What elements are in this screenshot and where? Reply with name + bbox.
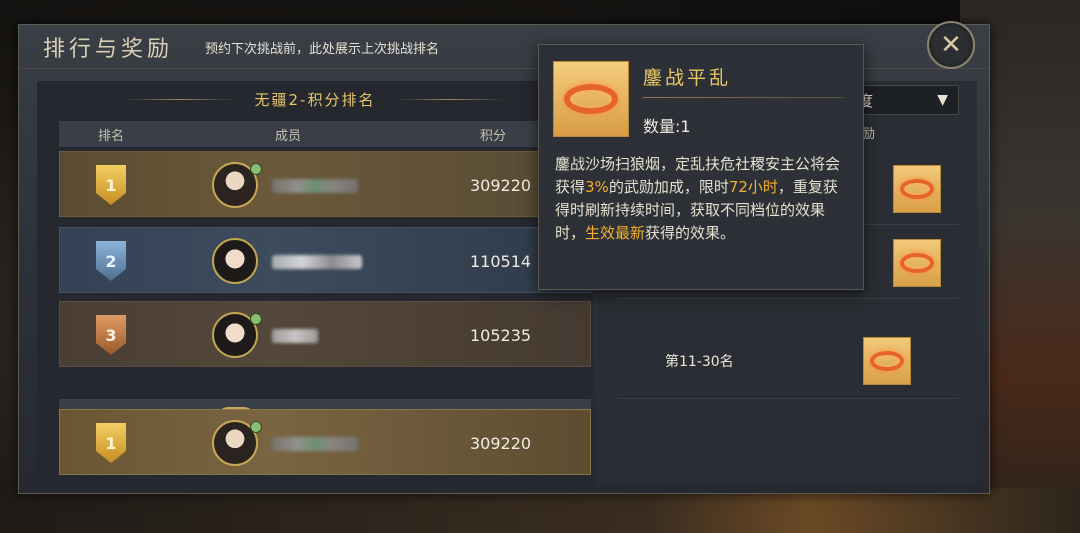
rank-badge-silver: 2 (96, 241, 126, 281)
item-name: 鏖战平乱 (643, 67, 732, 89)
item-description: 鏖战沙场扫狼烟，定乱扶危社稷安主公将会获得3%的武勋加成，限时72小时，重复获得… (555, 155, 841, 242)
ring-icon[interactable] (893, 239, 941, 287)
background-bottom (0, 488, 1080, 533)
row-score: 105235 (470, 326, 532, 345)
title-decoration-right (395, 98, 506, 100)
online-indicator-icon (250, 421, 262, 433)
highlight-text: 72小时 (728, 178, 778, 196)
item-quantity: 数量:1 (643, 117, 691, 136)
highlight-text: 生效最新 (585, 224, 646, 242)
reward-tier-label: 第11-30名 (665, 354, 734, 370)
row-score: 309220 (470, 434, 532, 453)
leaderboard-row-1[interactable]: 1 309220 (59, 151, 591, 217)
leaderboard-title: 无疆2-积分排名 (254, 90, 376, 109)
item-tooltip: 鏖战平乱 数量:1 鏖战沙场扫狼烟，定乱扶危社稷安主公将会获得3%的武勋加成，限… (538, 44, 864, 290)
close-crossed-swords-icon: ✕ (940, 30, 962, 60)
panel-title: 排行与奖励 (43, 37, 174, 62)
leaderboard-row-3[interactable]: 3 105235 (59, 301, 591, 367)
ring-icon[interactable] (863, 337, 911, 385)
title-underline (643, 97, 843, 98)
blurred-player-name (272, 255, 362, 269)
blurred-player-name (272, 437, 358, 451)
leaderboard-row-2[interactable]: 2 110514 (59, 227, 591, 293)
column-member: 成员 (274, 128, 301, 144)
column-rank: 排名 (97, 128, 124, 144)
title-decoration-left (124, 98, 235, 100)
blurred-player-name (272, 329, 318, 343)
rank-badge-bronze: 3 (96, 315, 126, 355)
blurred-player-name (272, 179, 358, 193)
panel-subtitle: 预约下次挑战前，此处展示上次挑战排名 (205, 42, 440, 57)
chevron-down-icon: ▼ (937, 92, 948, 108)
leaderboard-column-header: 排名 成员 积分 (59, 121, 581, 147)
highlight-text: 3% (585, 178, 609, 196)
online-indicator-icon (250, 163, 262, 175)
ring-icon[interactable] (893, 165, 941, 213)
rank-badge-gold: 1 (96, 423, 126, 463)
my-rank-row[interactable]: 1 309220 (59, 409, 591, 475)
rank-badge-gold: 1 (96, 165, 126, 205)
ring-icon (553, 61, 629, 137)
leaderboard-title-row: 无疆2-积分排名 (37, 81, 593, 117)
reward-row: 第11-30名 (617, 325, 959, 399)
leaderboard: 无疆2-积分排名 排名 成员 积分 1 309220 2 110514 3 10 (37, 81, 593, 485)
close-button[interactable]: ✕ (927, 21, 975, 69)
avatar (212, 238, 258, 284)
online-indicator-icon (250, 313, 262, 325)
